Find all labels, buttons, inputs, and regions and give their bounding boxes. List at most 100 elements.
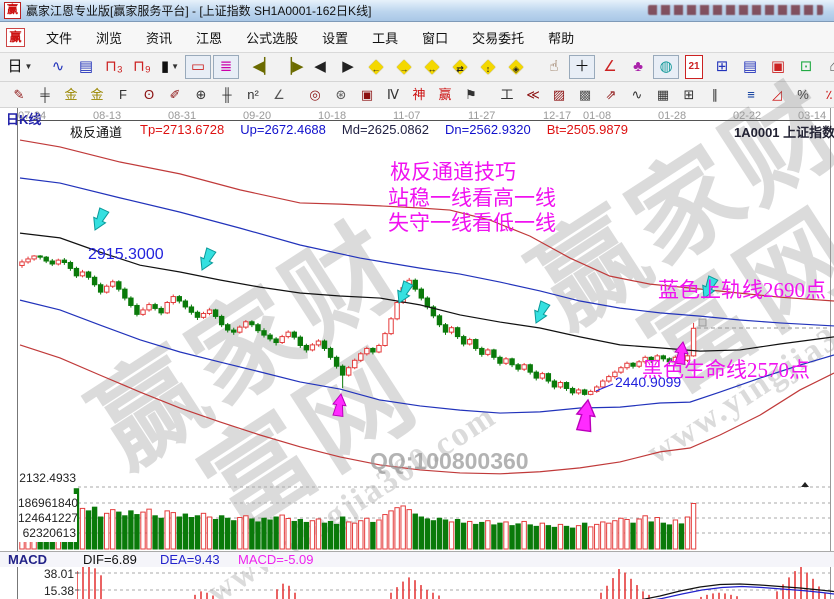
chart-area[interactable]: 赢家财富网 www.yingjia360.com 赢家财富网 www.yingj…: [0, 108, 834, 599]
menu-item-6[interactable]: 设置: [310, 24, 360, 51]
brush-tool-button[interactable]: ✎: [7, 84, 31, 106]
dark-box-tool-button[interactable]: ▩: [573, 84, 597, 106]
angle-tool-button[interactable]: ∠: [597, 55, 623, 79]
minute-9-button[interactable]: ⊓₉: [129, 55, 155, 79]
diamond-arrow-glyph: ◈: [504, 59, 528, 79]
cyan-down-arrow: [89, 207, 110, 232]
percent-tool-button[interactable]: %: [791, 84, 815, 106]
ruler-tool-button[interactable]: ╫: [215, 84, 239, 106]
wave-tool-button[interactable]: ◍: [653, 55, 679, 79]
save-tool-button[interactable]: ▣: [765, 55, 791, 79]
roman-iv-tool-button[interactable]: Ⅳ: [381, 84, 405, 106]
parallel-tool-button[interactable]: ∥: [703, 84, 727, 106]
candle-body: [171, 297, 175, 303]
box-fan-tool-button[interactable]: ▨: [547, 84, 571, 106]
box-web-tool-icon: ▣: [361, 85, 373, 105]
hand-tool-button[interactable]: ☝: [541, 55, 567, 79]
minute-3-button[interactable]: ⊓₃: [101, 55, 127, 79]
candle-body: [389, 319, 393, 334]
grid-tool-b-button[interactable]: ⊞: [677, 84, 701, 106]
title-bar[interactable]: 赢 赢家江恩专业版[赢家服务平台] - [上证指数 SH1A0001-162日K…: [0, 0, 834, 22]
candle-body: [582, 390, 586, 394]
nav-last-button[interactable]: ▕▶: [279, 55, 305, 79]
menu-item-4[interactable]: 江恩: [184, 24, 234, 51]
cyan-down-arrow: [530, 300, 551, 325]
web-tool-button[interactable]: ⊛: [329, 84, 353, 106]
nav-first-button[interactable]: ◀▏: [251, 55, 277, 79]
fib-grid-button[interactable]: F: [111, 84, 135, 106]
gold-grid-b-button[interactable]: 金: [85, 84, 109, 106]
ying-tool-button[interactable]: 赢: [433, 84, 457, 106]
grid-tool-a-button[interactable]: ▦: [651, 84, 675, 106]
kline-period-button[interactable]: 日▼: [7, 55, 33, 79]
marker-tool-button[interactable]: ✐: [163, 84, 187, 106]
nav-prev-button[interactable]: ◀: [307, 55, 333, 79]
cycle-tool-button[interactable]: ⊕: [189, 84, 213, 106]
box-web-tool-button[interactable]: ▣: [355, 84, 379, 106]
spiral-tool-button[interactable]: ʘ: [137, 84, 161, 106]
volume-bar: [207, 517, 211, 549]
volume-bar: [262, 518, 266, 549]
chart-cursor-box[interactable]: [699, 319, 706, 326]
zoom-right-button[interactable]: ◆→: [391, 55, 417, 79]
n-square-tool-button[interactable]: n²: [241, 84, 265, 106]
nav-next-button[interactable]: ▶: [335, 55, 361, 79]
menu-item-3[interactable]: 资讯: [134, 24, 184, 51]
candle-body: [50, 261, 54, 264]
candle-style-button[interactable]: ▮▼: [157, 55, 183, 79]
menu-item-7[interactable]: 工具: [360, 24, 410, 51]
system-tool-button[interactable]: ⌂: [821, 55, 834, 79]
volume-bar: [153, 516, 157, 549]
volume-bar: [280, 515, 284, 549]
annotation-blue-line: 蓝色上轨线2690点: [658, 274, 826, 304]
candle-body: [304, 345, 308, 349]
percent-line-tool-button[interactable]: ٪: [817, 84, 834, 106]
volume-bar: [595, 524, 599, 549]
volume-bar: [183, 514, 187, 549]
candle-body: [280, 337, 284, 343]
percent-tri-tool-button[interactable]: ◿: [765, 84, 789, 106]
diamond-arrow-glyph: ↕: [476, 59, 500, 79]
gong-tool-button[interactable]: 工: [495, 84, 519, 106]
menu-item-8[interactable]: 窗口: [410, 24, 460, 51]
calendar-tool-button[interactable]: 21: [681, 55, 707, 79]
zoom-both-button[interactable]: ◆↔: [419, 55, 445, 79]
candle-body: [347, 368, 351, 375]
volume-bar: [256, 522, 260, 549]
zoom-fit-button[interactable]: ◆↕: [475, 55, 501, 79]
zigzag-tool-button[interactable]: ∿: [625, 84, 649, 106]
trend-chart-button[interactable]: ∿: [45, 55, 71, 79]
volume-bar: [625, 519, 629, 549]
fan-tool-button[interactable]: ≪: [521, 84, 545, 106]
zoom-left-button[interactable]: ◆←: [363, 55, 389, 79]
candle-body: [365, 348, 369, 353]
calculator-tool-button[interactable]: ⊞: [709, 55, 735, 79]
zoom-expand-button[interactable]: ◆◈: [503, 55, 529, 79]
trend-angle-tool-button[interactable]: ∠: [267, 84, 291, 106]
volume-bar: [431, 521, 435, 549]
grid-hash-button[interactable]: ╪: [33, 84, 57, 106]
profile-chart-button[interactable]: ≣: [213, 55, 239, 79]
quote-list-button[interactable]: ▤: [73, 55, 99, 79]
macd-header-strip[interactable]: MACD DIF=6.89 DEA=9.43 MACD=-5.09: [0, 551, 834, 567]
menu-item-1[interactable]: 文件: [34, 24, 84, 51]
scale-tool-button[interactable]: ≡: [739, 84, 763, 106]
shen-tool-button[interactable]: 神: [407, 84, 431, 106]
menu-item-10[interactable]: 帮助: [536, 24, 586, 51]
menu-item-5[interactable]: 公式选股: [234, 24, 310, 51]
arrow-line-tool-button[interactable]: ⇗: [599, 84, 623, 106]
zoom-compress-button[interactable]: ◆⇄: [447, 55, 473, 79]
target-tool-button[interactable]: ◎: [303, 84, 327, 106]
candle-body: [449, 328, 453, 332]
export-tool-button[interactable]: ⊡: [793, 55, 819, 79]
notes-tool-button[interactable]: ▤: [737, 55, 763, 79]
nav-last-icon: ▕▶: [280, 57, 303, 77]
crosshair-tool-button[interactable]: ＋: [569, 55, 595, 79]
menu-item-2[interactable]: 浏览: [84, 24, 134, 51]
gann-frame-button[interactable]: ▭: [185, 55, 211, 79]
flag-tool-button[interactable]: ⚑: [459, 84, 483, 106]
menu-item-9[interactable]: 交易委托: [460, 24, 536, 51]
channel-value-1: Tp=2713.6728: [140, 122, 224, 141]
gann-plant-tool-button[interactable]: ♣: [625, 55, 651, 79]
gold-grid-a-button[interactable]: 金: [59, 84, 83, 106]
